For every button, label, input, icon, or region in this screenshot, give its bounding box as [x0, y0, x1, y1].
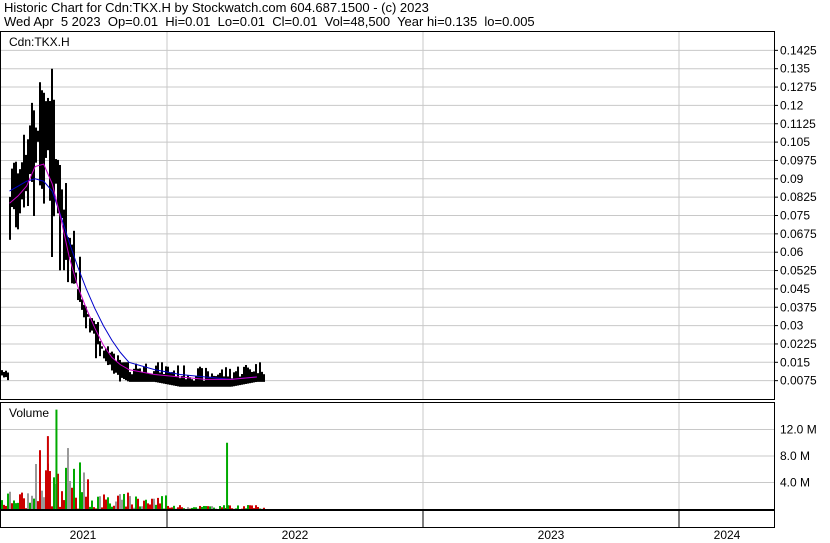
price-tick-label: 0.0675 — [780, 227, 817, 241]
price-tick-label: 0.0075 — [780, 374, 817, 388]
price-tick-label: 0.045 — [780, 282, 810, 296]
x-tick-label: 2021 — [70, 528, 97, 542]
historic-chart: Cdn:TKX.H 0.14250.1350.12750.120.11250.1… — [0, 31, 817, 542]
volume-tick-label: 8.0 M — [780, 449, 810, 463]
x-axis-band — [0, 510, 775, 528]
price-tick-label: 0.12 — [780, 98, 804, 112]
price-tick-label: 0.075 — [780, 209, 810, 223]
price-tick-label: 0.0975 — [780, 153, 817, 167]
x-tick-label: 2023 — [538, 528, 565, 542]
price-tick-label: 0.0525 — [780, 264, 817, 278]
price-tick-label: 0.03 — [780, 319, 804, 333]
volume-axis-ticks: 12.0 M 8.0 M 4.0 M — [780, 423, 817, 490]
volume-panel-label: Volume — [9, 406, 49, 420]
price-tick-label: 0.0825 — [780, 190, 817, 204]
price-axis-ticks: 0.1425 0.135 0.1275 0.12 0.1125 0.105 0.0975 0.… — [774, 43, 817, 388]
price-tick-label: 0.09 — [780, 172, 804, 186]
price-tick-label: 0.0225 — [780, 337, 817, 351]
price-panel-label: Cdn:TKX.H — [9, 35, 70, 49]
x-tick-label: 2024 — [714, 528, 741, 542]
price-tick-label: 0.1425 — [780, 43, 817, 57]
price-tick-label: 0.06 — [780, 245, 804, 259]
price-tick-label: 0.0375 — [780, 300, 817, 314]
price-tick-label: 0.1275 — [780, 80, 817, 94]
price-grid — [1, 32, 774, 399]
x-tick-label: 2022 — [282, 528, 309, 542]
price-tick-label: 0.105 — [780, 135, 810, 149]
volume-tick-label: 12.0 M — [780, 423, 817, 437]
price-tick-label: 0.135 — [780, 62, 810, 76]
price-tick-label: 0.1125 — [780, 117, 816, 131]
price-tick-label: 0.015 — [780, 355, 810, 369]
volume-tick-label: 4.0 M — [780, 476, 810, 490]
